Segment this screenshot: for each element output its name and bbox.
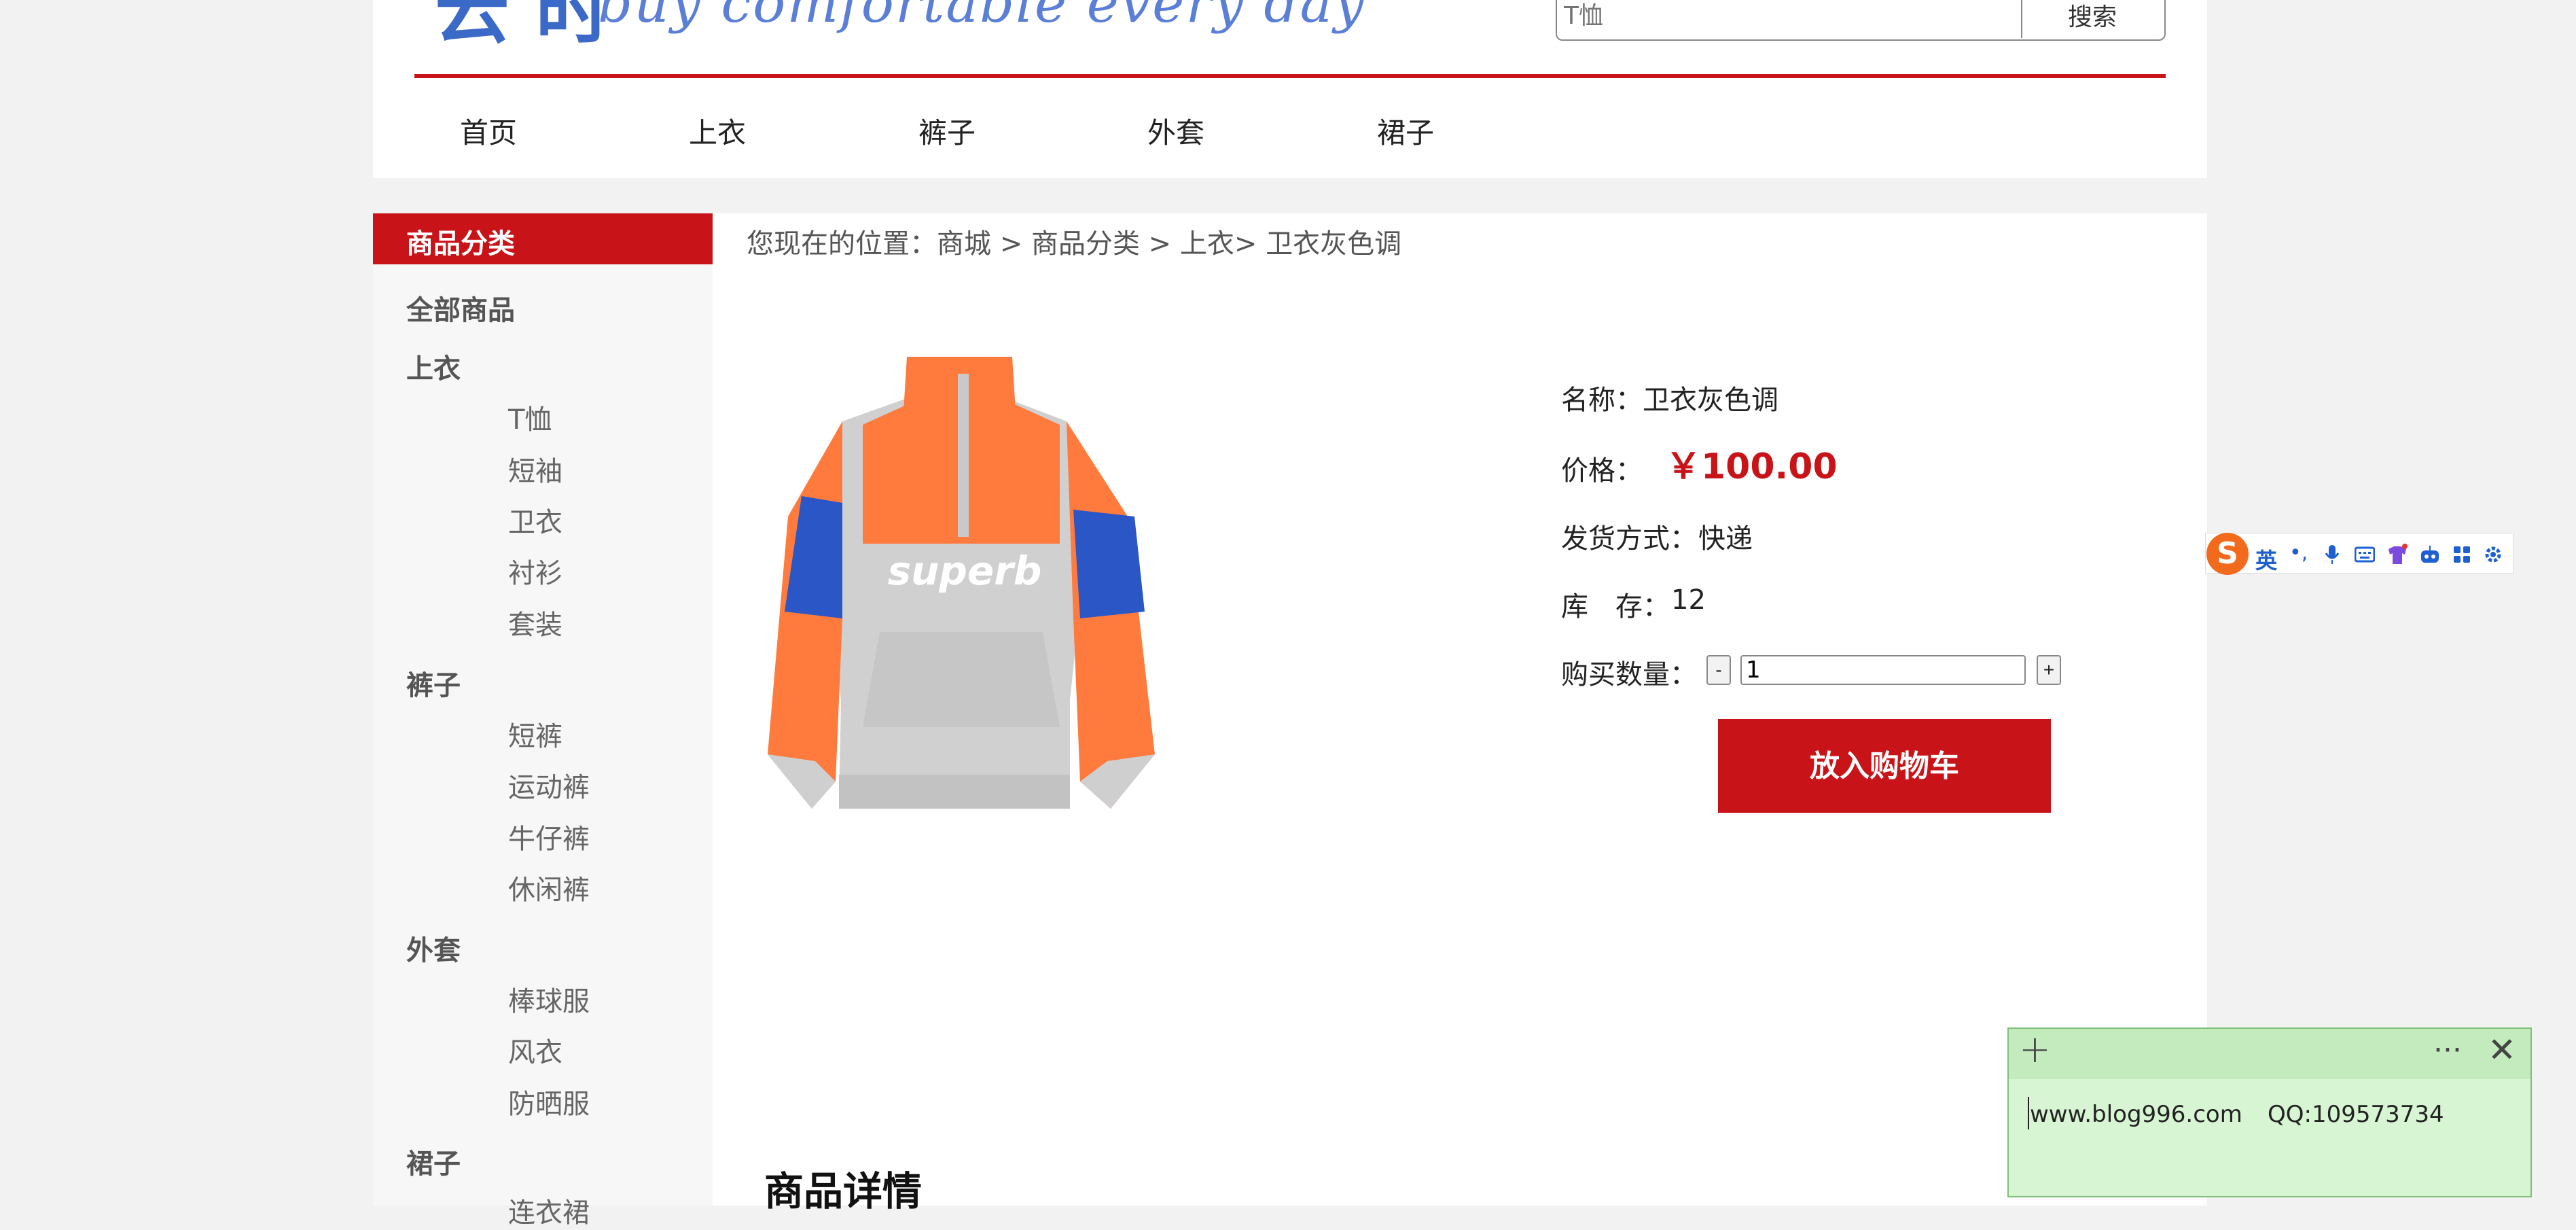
sidebar-item-sun-jacket[interactable]: 防晒服 (508, 1082, 590, 1121)
search-input[interactable] (1562, 0, 2014, 35)
nav-pants[interactable]: 裤子 (918, 110, 976, 152)
text-cursor (2028, 1097, 2029, 1129)
header-divider (414, 74, 2166, 78)
sidebar-heading: 商品分类 (406, 228, 515, 260)
sidebar-item-set[interactable]: 套装 (508, 603, 562, 642)
quantity-decrease-button[interactable]: - (1706, 655, 1731, 685)
new-note-button[interactable]: + (2019, 1027, 2051, 1072)
sidebar-item-sweatpants[interactable]: 运动裤 (508, 765, 590, 805)
mic-icon[interactable] (2323, 544, 2341, 565)
nav-jackets[interactable]: 外套 (1147, 110, 1204, 152)
close-note-button[interactable]: ✕ (2488, 1030, 2516, 1070)
stock-count: 12 (1671, 584, 1706, 616)
product-image: superb (768, 357, 1155, 809)
sidebar-item-hoodie[interactable]: 卫衣 (508, 500, 562, 540)
sidebar-category-tops[interactable]: 上衣 (406, 347, 461, 386)
ime-logo-icon[interactable]: S (2206, 533, 2249, 575)
quantity-increase-button[interactable]: + (2037, 655, 2061, 685)
ime-language-toggle[interactable]: 英 (2255, 544, 2277, 575)
sidebar-category-jackets[interactable]: 外套 (406, 928, 461, 968)
quantity-label: 购买数量： (1561, 659, 1697, 690)
site-slogan: buy comfortable every day (598, 0, 1366, 35)
breadcrumb: 您现在的位置：商城 > 商品分类 > 上衣> 卫衣灰色调 (747, 228, 1402, 260)
sidebar-item-shorts[interactable]: 短裤 (508, 714, 562, 754)
add-to-cart-button[interactable]: 放入购物车 (1718, 719, 2051, 813)
robot-icon[interactable] (2420, 545, 2440, 564)
skin-icon[interactable] (2386, 544, 2409, 565)
settings-icon[interactable] (2484, 545, 2503, 564)
shipping-label: 发货方式： (1561, 523, 1697, 555)
sidebar-item-shirt[interactable]: 衬衫 (508, 551, 562, 591)
keyboard-icon[interactable] (2355, 546, 2375, 563)
nav-skirts[interactable]: 裙子 (1377, 110, 1434, 152)
note-qq-text[interactable]: QQ:109573734 (2268, 1101, 2444, 1128)
sidebar-item-all[interactable]: 全部商品 (406, 288, 515, 328)
product-name: 卫衣灰色调 (1643, 385, 1778, 416)
product-details-heading: 商品详情 (764, 1168, 923, 1214)
sidebar-category-skirts[interactable]: 裙子 (406, 1142, 461, 1181)
sidebar-category-pants[interactable]: 裤子 (406, 663, 461, 703)
product-name-label: 名称： (1561, 385, 1643, 416)
search-divider (2021, 0, 2022, 38)
note-website-text[interactable]: www.blog996.com (2030, 1101, 2242, 1128)
sidebar-item-tshirt[interactable]: T恤 (508, 398, 552, 437)
quantity-input[interactable] (1740, 655, 2026, 685)
product-price-label: 价格： (1561, 455, 1643, 487)
product-image-logo: superb (888, 548, 1042, 594)
more-options-button[interactable]: ··· (2433, 1033, 2462, 1068)
nav-tops[interactable]: 上衣 (689, 110, 746, 152)
apps-icon[interactable] (2452, 545, 2471, 564)
sidebar-item-dress[interactable]: 连衣裙 (508, 1191, 590, 1230)
sidebar-item-baseball-jacket[interactable]: 棒球服 (508, 979, 590, 1019)
nav-home[interactable]: 首页 (460, 110, 517, 152)
site-logo[interactable]: 云 时 (435, 0, 610, 48)
sidebar-item-short-sleeve[interactable]: 短袖 (508, 449, 562, 489)
ime-punctuation-toggle[interactable]: •, (2289, 541, 2308, 565)
sidebar-item-windbreaker[interactable]: 风衣 (508, 1030, 562, 1070)
search-button[interactable]: 搜索 (2024, 0, 2160, 35)
product-price: ￥100.00 (1666, 446, 1838, 487)
shipping-method: 快递 (1698, 523, 1753, 555)
sidebar-item-jeans[interactable]: 牛仔裤 (508, 817, 590, 856)
stock-label: 库 存： (1561, 591, 1670, 622)
sidebar-item-casual-pants[interactable]: 休闲裤 (508, 868, 590, 907)
